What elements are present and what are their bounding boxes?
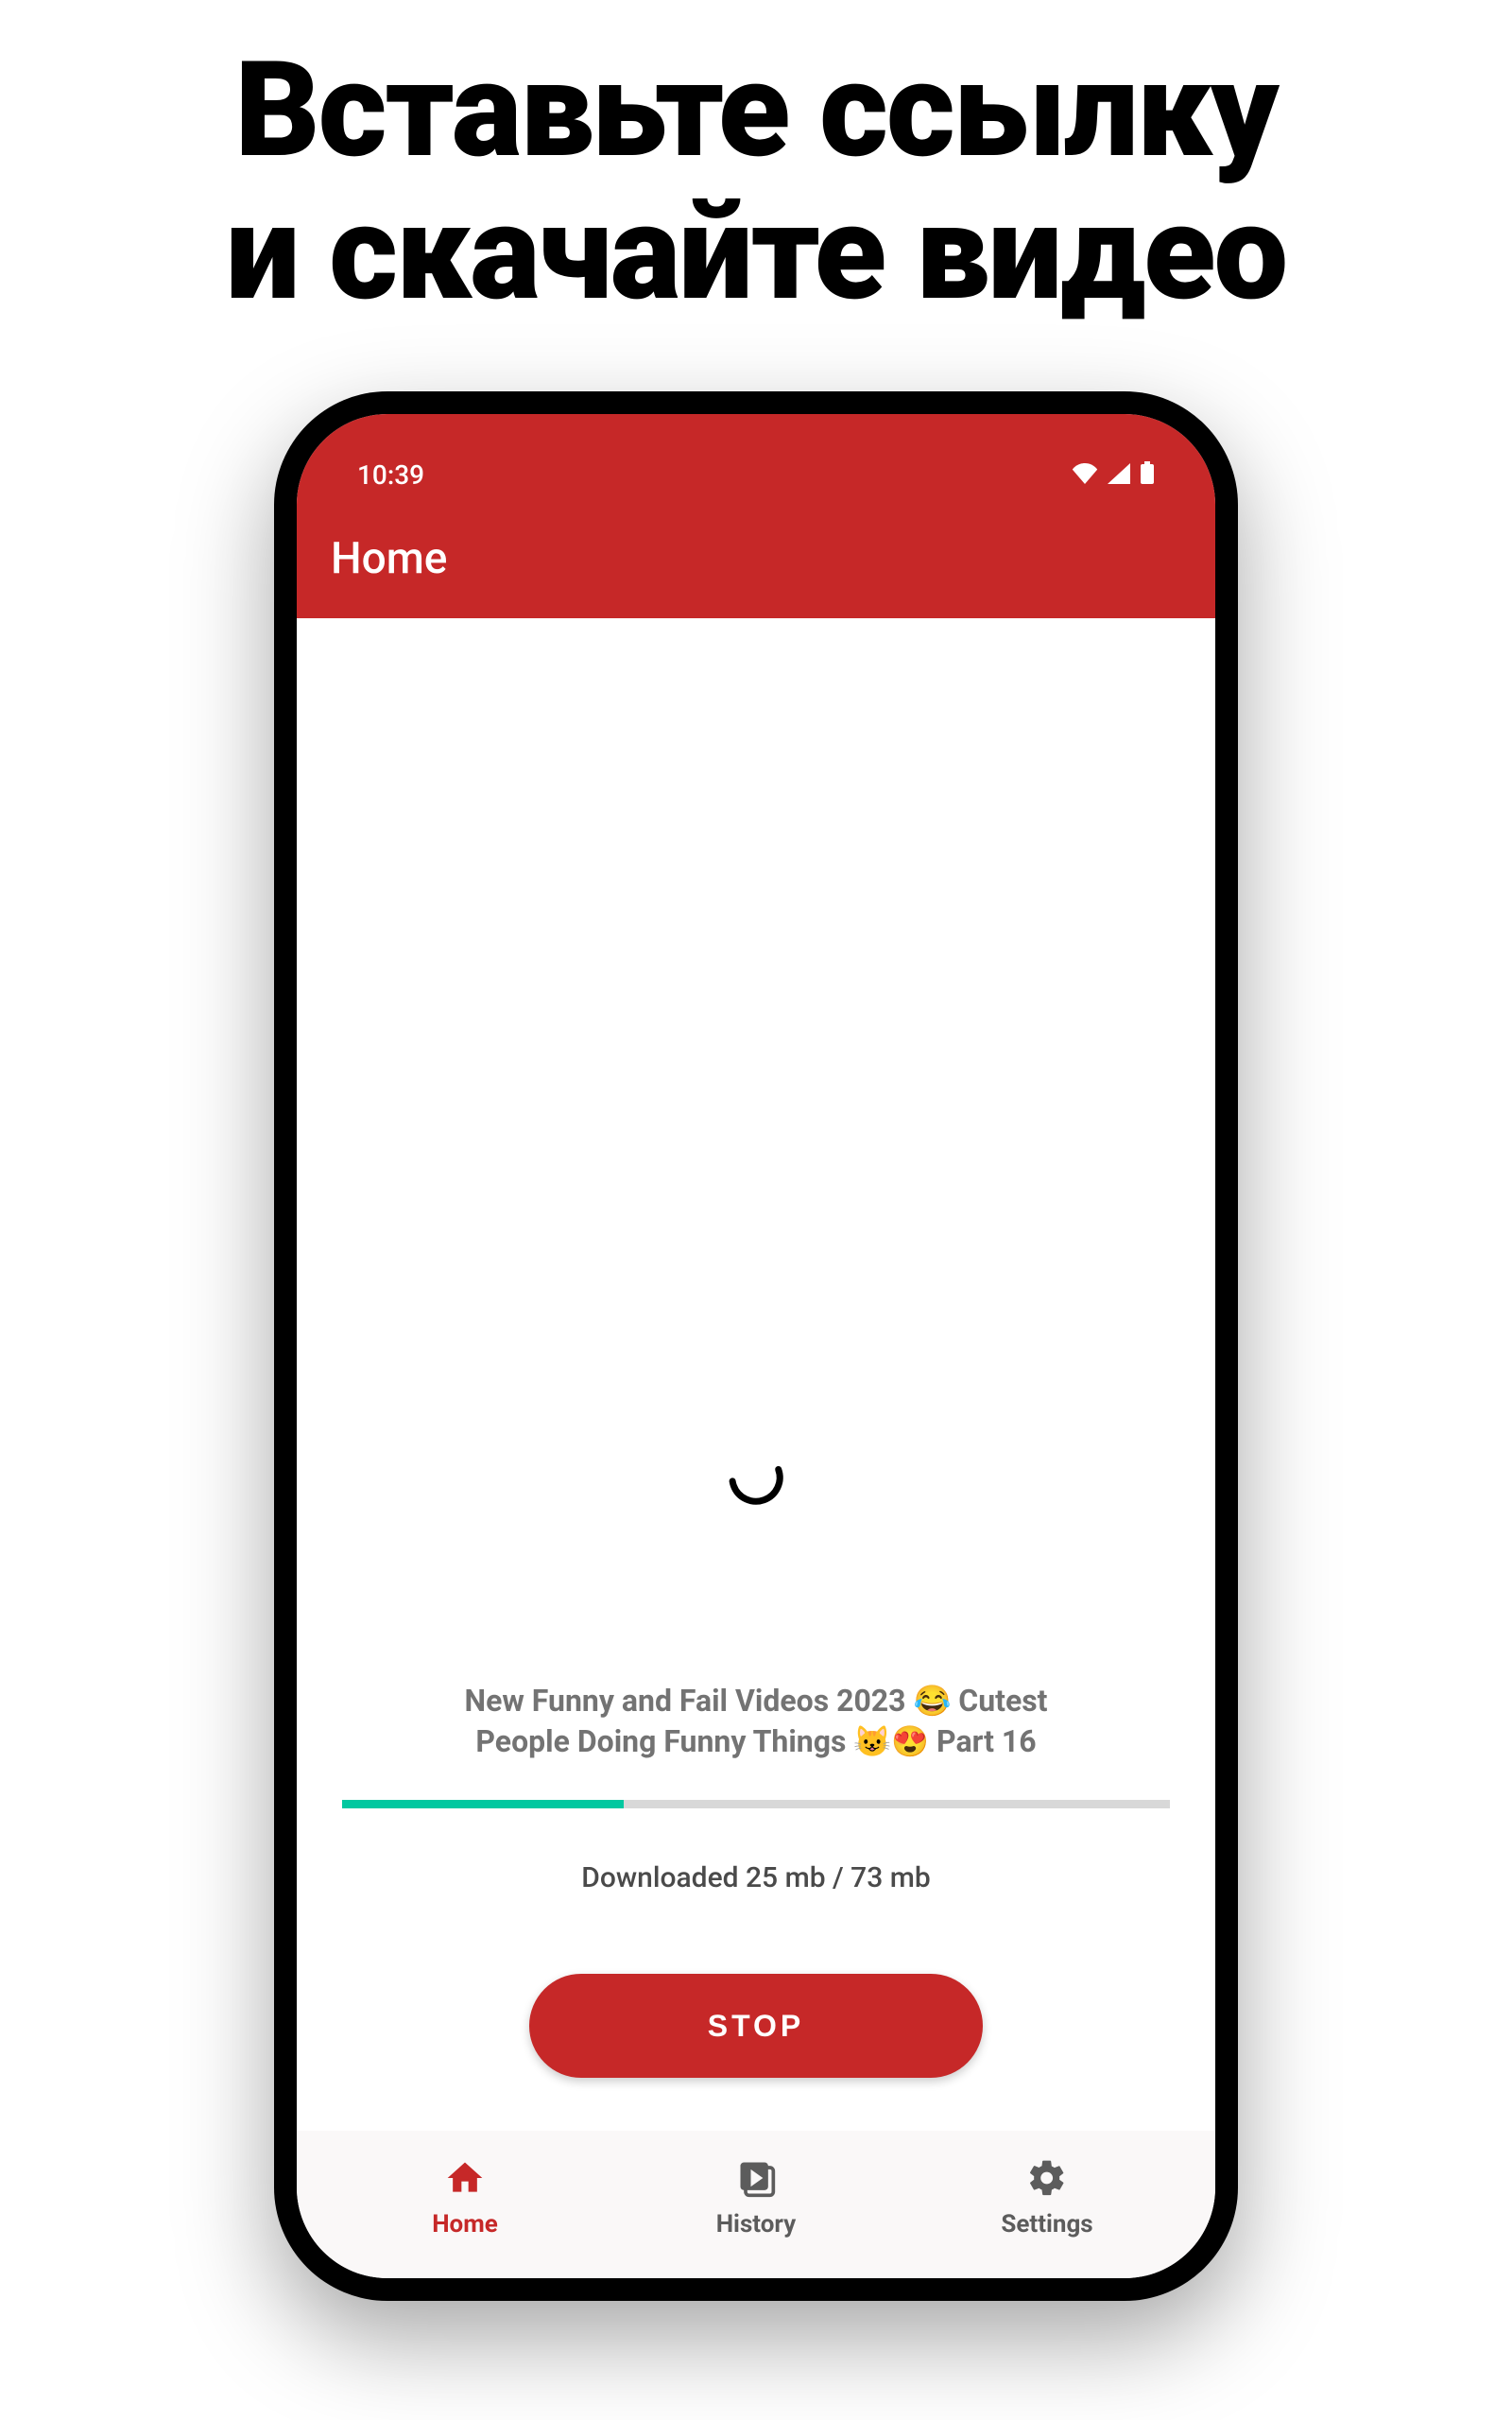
app-bar-title: Home xyxy=(331,533,1181,584)
video-title: New Funny and Fail Videos 2023 😂 Cutest … xyxy=(416,1681,1096,1762)
app-bar: Home xyxy=(297,501,1215,618)
phone-frame: 10:39 Home xyxy=(274,391,1238,2301)
status-time: 10:39 xyxy=(357,459,424,491)
headline-line1: Вставьте ссылку xyxy=(0,40,1512,182)
nav-label-history: History xyxy=(716,2210,797,2238)
nav-item-history[interactable]: History xyxy=(610,2157,902,2238)
nav-item-home[interactable]: Home xyxy=(319,2157,610,2238)
status-icons xyxy=(1072,459,1155,491)
battery-icon xyxy=(1140,459,1155,491)
home-icon xyxy=(444,2157,486,2203)
status-bar: 10:39 xyxy=(297,448,1215,501)
nav-label-home: Home xyxy=(432,2210,498,2238)
bottom-nav: Home History Set xyxy=(297,2131,1215,2278)
phone-screen: 10:39 Home xyxy=(297,414,1215,2278)
stop-button[interactable]: STOP xyxy=(529,1974,983,2078)
download-status-text: Downloaded 25 mb / 73 mb xyxy=(581,1861,930,1894)
progress-bar xyxy=(342,1800,1170,1808)
signal-icon xyxy=(1108,459,1130,491)
headline-line2: и скачайте видео xyxy=(0,182,1512,325)
wifi-icon xyxy=(1072,459,1098,491)
nav-label-settings: Settings xyxy=(1001,2210,1092,2238)
gear-icon xyxy=(1026,2157,1068,2203)
nav-item-settings[interactable]: Settings xyxy=(902,2157,1193,2238)
history-icon xyxy=(735,2157,777,2203)
progress-fill xyxy=(342,1800,624,1808)
loading-spinner-icon xyxy=(723,1444,789,1511)
top-bar: 10:39 Home xyxy=(297,414,1215,618)
promo-headline: Вставьте ссылку и скачайте видео xyxy=(0,0,1512,325)
main-content: New Funny and Fail Videos 2023 😂 Cutest … xyxy=(297,618,1215,2131)
